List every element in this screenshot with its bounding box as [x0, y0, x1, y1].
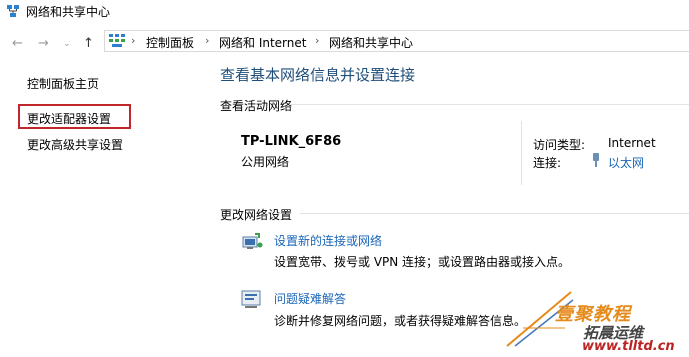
breadcrumb-chevron-icon[interactable]: ›: [315, 34, 319, 47]
page-title: 查看基本网络信息并设置连接: [220, 66, 416, 84]
troubleshoot-link[interactable]: 问题疑难解答: [274, 290, 346, 307]
change-settings-heading: 更改网络设置: [220, 208, 293, 222]
access-type-label: 访问类型:: [533, 138, 586, 152]
breadcrumb-network-internet[interactable]: 网络和 Internet: [219, 34, 306, 51]
up-arrow-icon[interactable]: ↑: [83, 36, 94, 51]
breadcrumb-chevron-icon[interactable]: ›: [131, 34, 135, 47]
back-arrow-icon[interactable]: ←: [12, 36, 23, 51]
section-divider: [290, 104, 689, 105]
control-panel-icon: [109, 34, 125, 47]
breadcrumb-network-sharing-center[interactable]: 网络和共享中心: [329, 34, 413, 51]
ethernet-connection-link[interactable]: 以太网: [608, 154, 644, 171]
connection-label: 连接:: [533, 156, 562, 170]
window-title: 网络和共享中心: [26, 5, 111, 19]
active-networks-heading: 查看活动网络: [220, 99, 293, 113]
vertical-divider: [521, 121, 522, 185]
highlight-box: [18, 104, 131, 129]
network-center-icon: [7, 5, 19, 17]
breadcrumb-chevron-icon[interactable]: ›: [205, 34, 209, 47]
network-name: TP-LINK_6F86: [241, 134, 342, 149]
forward-arrow-icon[interactable]: →: [38, 36, 49, 51]
troubleshoot-desc: 诊断并修复网络问题，或者获得疑难解答信息。: [274, 314, 527, 328]
ethernet-icon: [593, 153, 599, 167]
breadcrumb-control-panel[interactable]: 控制面板: [146, 34, 194, 51]
recent-dropdown-icon[interactable]: ⌄: [63, 39, 71, 49]
setup-new-connection-link[interactable]: 设置新的连接或网络: [274, 232, 382, 249]
change-advanced-sharing-link[interactable]: 更改高级共享设置: [27, 136, 123, 153]
watermark-url: www.tlltd.cn: [582, 339, 675, 354]
new-connection-icon: [242, 233, 263, 249]
control-panel-home-link[interactable]: 控制面板主页: [27, 75, 99, 92]
setup-new-connection-desc: 设置宽带、拨号或 VPN 连接；或设置路由器或接入点。: [274, 255, 571, 269]
troubleshoot-icon: [241, 290, 261, 308]
network-type-link[interactable]: 公用网络: [241, 153, 289, 170]
section-divider: [300, 213, 689, 214]
access-type-value: Internet: [608, 136, 656, 150]
